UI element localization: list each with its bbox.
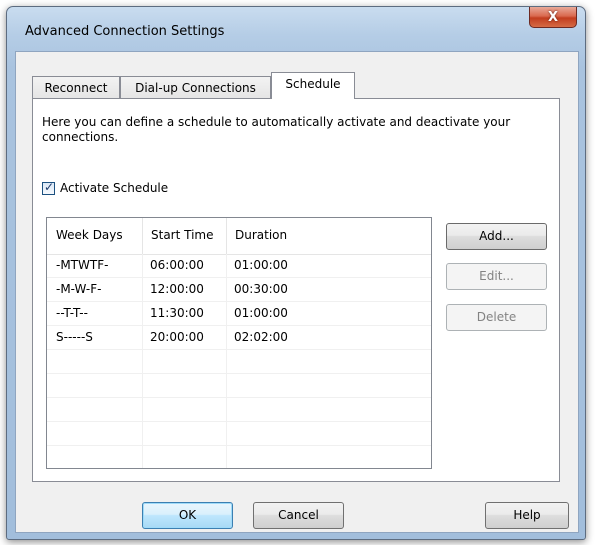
- activate-schedule-label: Activate Schedule: [60, 181, 169, 195]
- tab-label: Reconnect: [44, 81, 108, 95]
- table-row[interactable]: -MTWTF- 06:00:00 01:00:00: [47, 254, 431, 278]
- close-button[interactable]: X: [529, 7, 577, 28]
- schedule-description: Here you can define a schedule to automa…: [42, 115, 511, 144]
- help-button-label: Help: [513, 508, 541, 522]
- cell-start-time: 12:00:00: [150, 282, 204, 296]
- column-header-week-days[interactable]: Week Days: [47, 218, 142, 254]
- empty-row: [47, 374, 431, 398]
- ok-button[interactable]: OK: [142, 502, 233, 529]
- close-icon: X: [547, 9, 559, 25]
- schedule-list[interactable]: Week Days Start Time Duration -MTWTF- 06…: [46, 217, 432, 469]
- activate-schedule-checkbox[interactable]: ✓ Activate Schedule: [42, 179, 169, 195]
- dialog-window: Advanced Connection Settings X Reconnect…: [6, 6, 586, 540]
- empty-row: [47, 422, 431, 446]
- edit-button-label: Edit...: [479, 269, 514, 283]
- help-button[interactable]: Help: [485, 502, 569, 529]
- ok-button-label: OK: [178, 508, 197, 522]
- table-row[interactable]: S-----S 20:00:00 02:02:00: [47, 326, 431, 350]
- tab-reconnect[interactable]: Reconnect: [32, 76, 120, 99]
- title-bar[interactable]: Advanced Connection Settings X: [7, 7, 585, 51]
- list-header: Week Days Start Time Duration: [47, 218, 431, 255]
- edit-button[interactable]: Edit...: [446, 263, 547, 290]
- cell-week-days: -M-W-F-: [56, 282, 102, 296]
- dialog-client-area: Reconnect Dial-up Connections Schedule H…: [15, 51, 579, 533]
- add-button[interactable]: Add...: [446, 223, 547, 250]
- cell-duration: 02:02:00: [234, 330, 288, 344]
- window-title: Advanced Connection Settings: [25, 24, 225, 39]
- cell-start-time: 20:00:00: [150, 330, 204, 344]
- empty-row: [47, 398, 431, 422]
- cell-week-days: S-----S: [56, 330, 93, 344]
- column-header-start-time[interactable]: Start Time: [142, 218, 226, 254]
- table-row[interactable]: -M-W-F- 12:00:00 00:30:00: [47, 278, 431, 302]
- table-row[interactable]: --T-T-- 11:30:00 01:00:00: [47, 302, 431, 326]
- column-header-label: Start Time: [151, 228, 214, 242]
- delete-button-label: Delete: [476, 310, 517, 324]
- tab-schedule[interactable]: Schedule: [271, 72, 355, 99]
- cell-start-time: 11:30:00: [150, 306, 204, 320]
- cell-week-days: --T-T--: [56, 306, 88, 320]
- cell-duration: 01:00:00: [234, 306, 288, 320]
- cell-week-days: -MTWTF-: [56, 258, 109, 272]
- cell-start-time: 06:00:00: [150, 258, 204, 272]
- cancel-button[interactable]: Cancel: [253, 502, 344, 529]
- schedule-tab-panel: Here you can define a schedule to automa…: [32, 98, 560, 482]
- cancel-button-label: Cancel: [278, 508, 319, 522]
- empty-row: [47, 350, 431, 374]
- column-header-label: Week Days: [56, 228, 123, 242]
- checkmark-icon: ✓: [44, 179, 55, 194]
- empty-row: [47, 446, 431, 468]
- delete-button[interactable]: Delete: [446, 304, 547, 331]
- tab-label: Dial-up Connections: [135, 81, 256, 95]
- column-header-duration[interactable]: Duration: [226, 218, 426, 254]
- cell-duration: 01:00:00: [234, 258, 288, 272]
- add-button-label: Add...: [479, 229, 514, 243]
- checkbox-box[interactable]: ✓: [42, 179, 55, 195]
- tab-label: Schedule: [285, 77, 341, 91]
- tab-dial-up-connections[interactable]: Dial-up Connections: [120, 76, 271, 99]
- column-header-label: Duration: [235, 228, 288, 242]
- cell-duration: 00:30:00: [234, 282, 288, 296]
